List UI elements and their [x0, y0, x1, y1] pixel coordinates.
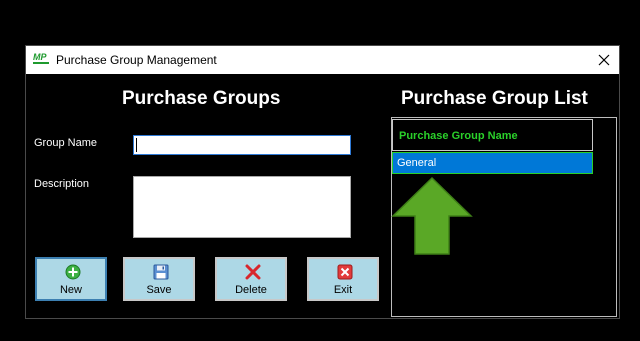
- delete-button[interactable]: Delete: [215, 257, 287, 301]
- title-bar: MP Purchase Group Management: [26, 46, 619, 74]
- app-logo-text: MP: [33, 52, 47, 62]
- list-heading: Purchase Group List: [401, 88, 588, 109]
- exit-icon: [337, 264, 353, 280]
- plus-circle-icon: [65, 264, 81, 280]
- save-button[interactable]: Save: [123, 257, 195, 301]
- new-button[interactable]: New: [35, 257, 107, 301]
- close-button[interactable]: [593, 49, 615, 71]
- window-title: Purchase Group Management: [56, 53, 217, 67]
- description-input[interactable]: [133, 176, 351, 238]
- app-logo-icon: MP: [33, 52, 49, 66]
- exit-button[interactable]: Exit: [307, 257, 379, 301]
- list-item-label: General: [397, 157, 437, 169]
- save-button-label: Save: [146, 284, 172, 296]
- delete-button-label: Delete: [235, 284, 267, 296]
- description-label: Description: [34, 178, 90, 190]
- purchase-group-window: MP Purchase Group Management Purchase Gr…: [25, 45, 620, 319]
- group-name-label: Group Name: [34, 137, 97, 149]
- list-column-header[interactable]: Purchase Group Name: [392, 119, 593, 151]
- text-caret: [136, 138, 137, 152]
- up-arrow-icon: [391, 176, 473, 256]
- column-header-label: Purchase Group Name: [399, 130, 518, 142]
- close-icon: [598, 54, 610, 66]
- list-item[interactable]: General: [392, 152, 593, 174]
- group-name-input[interactable]: [133, 135, 351, 155]
- exit-button-label: Exit: [333, 284, 353, 296]
- red-x-icon: [245, 264, 261, 280]
- form-heading: Purchase Groups: [122, 88, 281, 109]
- new-button-label: New: [59, 284, 82, 296]
- floppy-disk-icon: [153, 264, 169, 280]
